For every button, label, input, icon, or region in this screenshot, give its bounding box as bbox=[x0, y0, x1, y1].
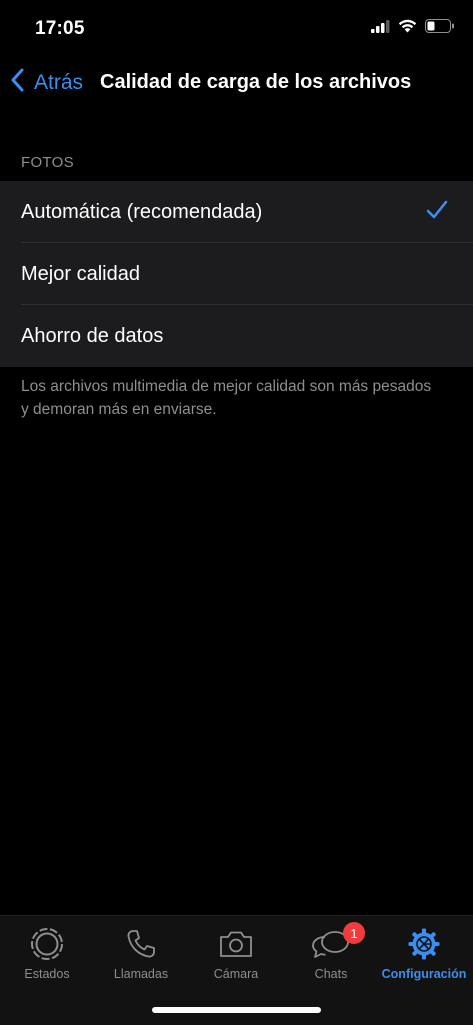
chat-bubbles-icon: 1 bbox=[311, 922, 365, 962]
navigation-bar: Atrás Calidad de carga de los archivos bbox=[0, 62, 473, 106]
section-header: FOTOS bbox=[21, 154, 74, 171]
option-automatic[interactable]: Automática (recomendada) bbox=[0, 181, 473, 243]
battery-icon bbox=[425, 19, 455, 38]
back-button[interactable]: Atrás bbox=[10, 68, 83, 98]
tab-label: Configuración bbox=[381, 967, 467, 981]
unread-badge: 1 bbox=[343, 922, 365, 944]
wifi-icon bbox=[398, 19, 417, 38]
tab-llamadas[interactable]: Llamadas bbox=[94, 926, 188, 981]
tab-chats[interactable]: 1 Chats bbox=[284, 922, 378, 981]
tab-camara[interactable]: Cámara bbox=[189, 926, 283, 981]
tab-estados[interactable]: Estados bbox=[0, 926, 94, 981]
tab-label: Llamadas bbox=[113, 967, 169, 981]
home-indicator bbox=[152, 1007, 321, 1013]
options-list: Automática (recomendada) Mejor calidad A… bbox=[0, 181, 473, 367]
option-label: Mejor calidad bbox=[21, 262, 140, 285]
gear-icon bbox=[407, 926, 441, 962]
tab-label: Estados bbox=[24, 967, 70, 981]
status-icons bbox=[371, 19, 455, 38]
option-label: Ahorro de datos bbox=[21, 324, 164, 347]
chevron-left-icon bbox=[10, 68, 34, 98]
section-footer: Los archivos multimedia de mejor calidad… bbox=[21, 378, 432, 418]
phone-icon bbox=[125, 926, 157, 962]
signal-icon bbox=[371, 19, 390, 38]
back-label: Atrás bbox=[34, 71, 84, 94]
tab-configuracion[interactable]: Configuración bbox=[377, 926, 471, 981]
tab-label: Chats bbox=[314, 967, 348, 981]
status-ring-icon bbox=[30, 926, 64, 962]
status-time: 17:05 bbox=[35, 18, 85, 39]
option-best-quality[interactable]: Mejor calidad bbox=[0, 243, 473, 305]
checkmark-icon bbox=[426, 200, 448, 225]
status-bar: 17:05 bbox=[0, 0, 473, 58]
option-label: Automática (recomendada) bbox=[21, 200, 263, 223]
option-data-saver[interactable]: Ahorro de datos bbox=[0, 305, 473, 367]
tab-label: Cámara bbox=[213, 967, 259, 981]
page-title: Calidad de carga de los archivos bbox=[100, 71, 412, 93]
camera-icon bbox=[218, 926, 254, 962]
